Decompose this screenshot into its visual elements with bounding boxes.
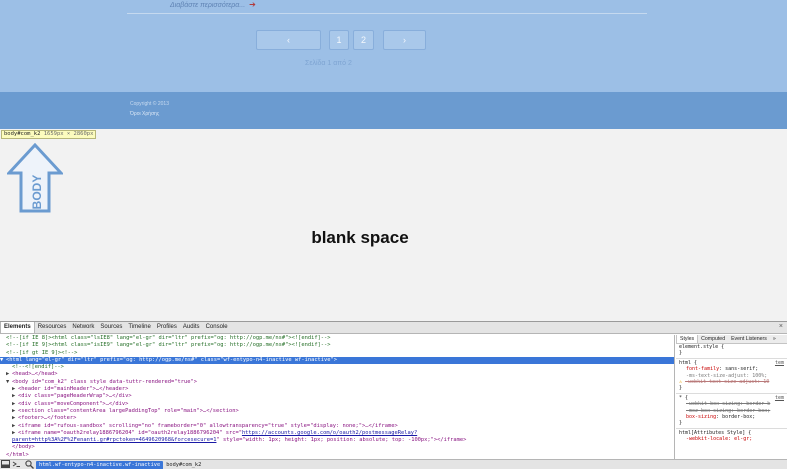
dom-line[interactable]: <!--<![endif]-->: [0, 364, 674, 371]
dom-tag: " style="width: 1px; height: 1px; positi…: [216, 437, 467, 444]
dom-tag: <footer>…</footer>: [18, 415, 77, 422]
property-value: : border-box;: [716, 414, 756, 421]
tab-timeline[interactable]: Timeline: [125, 322, 153, 333]
dom-tag: <iframe id="rufous-sandbox" scrolling="n…: [18, 422, 398, 429]
dom-comment: <!--[if IE 8]><html class="lsIE8" lang="…: [6, 335, 331, 341]
pagination-next-button[interactable]: ›: [383, 30, 426, 50]
dom-line[interactable]: ▼ <body id="com_k2" class style data-tutt…: [0, 379, 674, 386]
property-text: -webkit-text-size-adjust: 10: [685, 379, 770, 386]
dom-line[interactable]: <!--[if gt IE 9]><!-->: [0, 350, 674, 357]
dom-tag: <iframe name="oauth2relay1886796204" id=…: [18, 429, 242, 436]
tooltip-tag: body#com_k2: [4, 131, 41, 137]
tab-elements[interactable]: Elements: [0, 322, 35, 333]
property-value: : sans-serif;: [719, 366, 759, 373]
tab-profiles[interactable]: Profiles: [154, 322, 180, 333]
close-icon[interactable]: ×: [779, 323, 783, 330]
read-more-label: Διαβάστε περισσότερα...: [170, 2, 246, 9]
dom-tag: <html lang="el-gr" dir="ltr" prefix="og:…: [6, 356, 338, 363]
page-viewport: Διαβάστε περισσότερα... ➔ ‹ 1 2 › Σελίδα …: [0, 0, 787, 321]
tab-console[interactable]: Console: [203, 322, 231, 333]
dom-line[interactable]: <!--[if IE 8]><html class="lsIE8" lang="…: [0, 335, 674, 342]
divider: [676, 392, 787, 394]
dom-line[interactable]: ▶ <head>…</head>: [0, 371, 674, 378]
dom-tag: <header id="mainHeader">…</header>: [18, 386, 129, 393]
search-icon[interactable]: [22, 460, 36, 469]
devtools-statusbar: html.wf-entypo-n4-inactive.wf-inactive b…: [0, 459, 787, 469]
dom-line-selected[interactable]: ▼ <html lang="el-gr" dir="ltr" prefix="og…: [0, 356, 674, 365]
html-highlight-overlay: Διαβάστε περισσότερα... ➔ ‹ 1 2 › Σελίδα …: [0, 0, 787, 92]
tooltip-size: 1659px × 2860px: [43, 131, 94, 137]
breadcrumb-body[interactable]: body#com_k2: [163, 461, 204, 469]
dom-line[interactable]: ▶ <section class="contentArea largePaddin…: [0, 408, 674, 415]
dom-url-link[interactable]: https://accounts.google.com/o/oauth2/pos…: [242, 430, 417, 436]
dom-comment: <!--[if gt IE 9]><!-->: [6, 349, 78, 356]
tab-sources[interactable]: Sources: [97, 322, 125, 333]
read-more-link[interactable]: Διαβάστε περισσότερα... ➔: [170, 0, 256, 9]
source-link[interactable]: tem: [775, 395, 784, 401]
tab-computed[interactable]: Computed: [698, 335, 728, 343]
dom-line[interactable]: ▶ <div class="pageHeaderWrap">…</div>: [0, 393, 674, 400]
warning-icon: ⚠: [679, 379, 683, 386]
pagination-prev-button[interactable]: ‹: [256, 30, 321, 50]
dom-line[interactable]: ▶ <div class="moveComponent">…</div>: [0, 401, 674, 408]
tab-audits[interactable]: Audits: [180, 322, 203, 333]
tab-network[interactable]: Network: [69, 322, 97, 333]
breadcrumb-html[interactable]: html.wf-entypo-n4-inactive.wf-inactive: [36, 460, 164, 469]
dom-line[interactable]: ▶ <iframe name="oauth2relay1886796204" id…: [0, 430, 674, 437]
footer-highlight: Copyright © 2013 Όροι Χρήσης: [0, 92, 787, 129]
body-label: BODY: [30, 175, 44, 210]
devtools-panel: Elements Resources Network Sources Timel…: [0, 321, 787, 469]
styles-tabbar: Styles Computed Event Listeners »: [676, 335, 787, 344]
page-counter: Σελίδα 1 από 2: [305, 60, 352, 67]
body-arrow-icon: BODY: [7, 143, 63, 213]
dom-comment: <!--<![endif]-->: [12, 364, 64, 371]
element-inspector-tooltip: body#com_k2 1659px × 2860px: [1, 130, 97, 139]
devtools-tabbar: Elements Resources Network Sources Timel…: [0, 322, 787, 334]
dom-comment: <!--[if IE 9]><html class="isIE9" lang="…: [6, 342, 331, 349]
blank-space-label: blank space: [311, 228, 409, 247]
copyright-text: Copyright © 2013: [130, 101, 169, 107]
selector-text: * {: [679, 394, 689, 401]
tab-event-listeners[interactable]: Event Listeners: [728, 335, 770, 343]
property-name: box-sizing: [686, 414, 717, 421]
dock-icon[interactable]: [0, 460, 11, 469]
dom-line[interactable]: </body>: [0, 444, 674, 451]
divider: [676, 357, 787, 359]
dom-tag: </html>: [6, 451, 29, 458]
dom-line[interactable]: ▶ <iframe id="rufous-sandbox" scrolling="…: [0, 423, 674, 430]
pagination-page-2[interactable]: 2: [353, 30, 374, 50]
selector-text: html {: [679, 359, 698, 366]
arrow-right-icon: ➔: [249, 0, 256, 9]
pagination-page-1[interactable]: 1: [329, 30, 349, 50]
style-property[interactable]: -webkit-locale: el-gr;: [676, 436, 787, 442]
divider: [676, 427, 787, 429]
source-link[interactable]: tem: [775, 360, 784, 366]
dom-url-link[interactable]: parent=http%3A%2F%2Fenanti.gr#rpctoken=4…: [12, 437, 216, 443]
dom-tag: <div class="pageHeaderWrap">…</div>: [18, 393, 132, 400]
dom-line[interactable]: <!--[if IE 9]><html class="isIE9" lang="…: [0, 342, 674, 349]
console-icon[interactable]: [11, 460, 22, 469]
styles-pane: Styles Computed Event Listeners » elemen…: [676, 335, 787, 459]
dom-tag: </body>: [12, 444, 35, 451]
terms-link[interactable]: Όροι Χρήσης: [130, 111, 159, 117]
divider: [127, 13, 647, 14]
property-name: font-family: [686, 366, 720, 373]
tab-styles[interactable]: Styles: [676, 335, 699, 343]
dom-tree[interactable]: <!--[if IE 8]><html class="lsIE8" lang="…: [0, 335, 675, 459]
dom-line[interactable]: ▶ <footer>…</footer>: [0, 415, 674, 422]
dom-tag: <body id="com_k2" class style data-tuttr…: [12, 378, 197, 385]
dom-line[interactable]: parent=http%3A%2F%2Fenanti.gr#rpctoken=4…: [0, 437, 674, 444]
dom-tag: <section class="contentArea largePadding…: [18, 407, 239, 414]
dom-tag: <div class="moveComponent">…</div>: [18, 400, 129, 407]
dom-line[interactable]: ▶ <header id="mainHeader">…</header>: [0, 386, 674, 393]
more-tabs-icon[interactable]: »: [770, 335, 779, 343]
dom-tag: <head>…</head>: [12, 371, 58, 378]
tab-resources[interactable]: Resources: [35, 322, 70, 333]
dom-line[interactable]: </html>: [0, 452, 674, 459]
